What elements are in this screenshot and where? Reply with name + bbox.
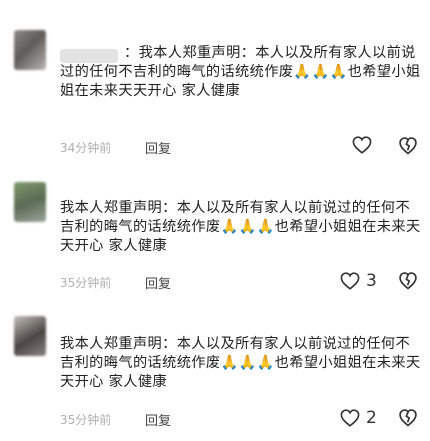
avatar[interactable] [14, 316, 46, 356]
dislike-icon [399, 137, 417, 155]
like-count: 2 [366, 408, 377, 428]
comment-text: ：我本人郑重声明：本人以及所有家人以前说过的任何不吉利的晦气的话统统作废🙏🙏🙏也… [60, 44, 422, 101]
praying-hands-icon: 🙏🙏🙏 [220, 355, 275, 371]
dislike-button[interactable] [398, 136, 418, 156]
dislike-icon [399, 272, 417, 290]
comment-item: 我本人郑重声明：本人以及所有家人以前说过的任何不吉利的晦气的话统统作废🙏🙏🙏也希… [0, 298, 430, 441]
timestamp: 35分钟前 [60, 276, 112, 290]
avatar[interactable] [14, 30, 46, 70]
like-button[interactable] [352, 136, 378, 154]
comment-text: 我本人郑重声明：本人以及所有家人以前说过的任何不吉利的晦气的话统统作废🙏🙏🙏也希… [60, 335, 422, 392]
like-button[interactable]: 2 [340, 408, 377, 428]
like-button[interactable]: 3 [340, 271, 377, 291]
comment-text: 我本人郑重声明：本人以及所有家人以前说过的任何不吉利的晦气的话统统作废🙏🙏🙏也希… [60, 199, 422, 256]
heart-icon [340, 272, 360, 290]
avatar[interactable] [14, 182, 46, 222]
comment-item: 我本人郑重声明：本人以及所有家人以前说过的任何不吉利的晦气的话统统作废🙏🙏🙏也希… [0, 160, 430, 298]
timestamp: 34分钟前 [60, 141, 112, 155]
comment-prefix: ： [124, 45, 139, 61]
heart-icon [352, 136, 372, 154]
heart-icon [340, 409, 360, 427]
reply-button[interactable]: 回复 [145, 138, 171, 157]
like-count: 3 [366, 271, 377, 291]
dislike-button[interactable] [398, 408, 418, 428]
reply-button[interactable]: 回复 [145, 273, 171, 292]
praying-hands-icon: 🙏🙏🙏 [293, 64, 348, 80]
dislike-button[interactable] [398, 271, 418, 291]
reply-button[interactable]: 回复 [145, 410, 171, 429]
dislike-icon [399, 409, 417, 427]
praying-hands-icon: 🙏🙏🙏 [220, 219, 275, 235]
comment-item: ：我本人郑重声明：本人以及所有家人以前说过的任何不吉利的晦气的话统统作废🙏🙏🙏也… [0, 0, 430, 160]
timestamp: 35分钟前 [60, 413, 112, 427]
